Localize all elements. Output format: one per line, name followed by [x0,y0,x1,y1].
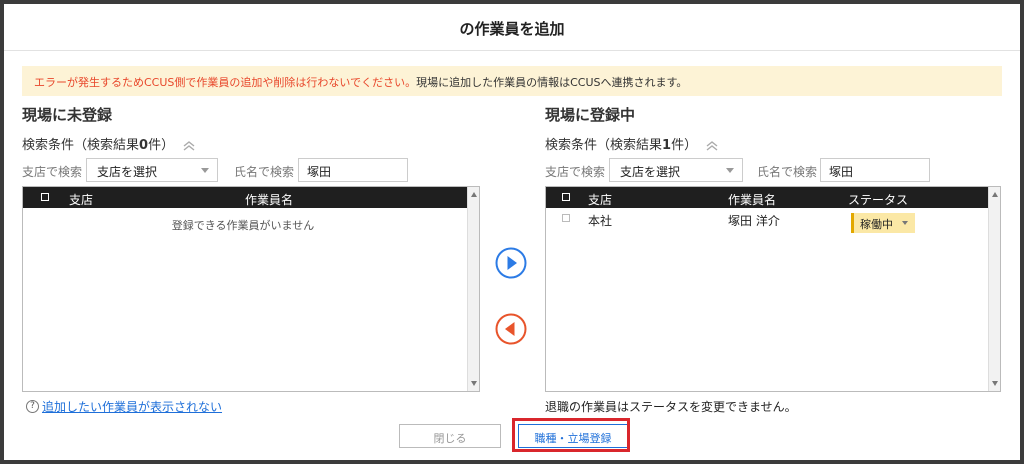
left-panel-title: 現場に未登録 [22,106,113,124]
left-table-scrollbar[interactable] [467,187,479,391]
left-search-condition[interactable]: 検索条件（検索結果0件） [22,134,196,153]
scroll-up-icon[interactable] [471,192,477,197]
row-worker-name: 塚田 洋介 [728,214,780,228]
chevron-down-icon [726,168,734,173]
right-search-condition[interactable]: 検索条件（検索結果1件） [545,134,719,153]
help-link[interactable]: 追加したい作業員が表示されない [42,400,222,414]
col-status: ステータス [848,193,909,207]
right-table-scrollbar[interactable] [988,187,1000,391]
modal-header: の作業員を追加 [4,4,1020,51]
condition-prefix: 検索条件（検索結果 [22,138,140,153]
right-branch-select-value: 支店を選択 [620,165,681,179]
col-worker: 作業員名 [728,193,777,207]
warning-text: 現場に追加した作業員の情報はCCUSへ連携されます。 [416,76,688,89]
table-row[interactable]: 本社 塚田 洋介 [546,208,989,234]
arrow-left-circle-icon[interactable] [495,313,527,345]
close-button[interactable]: 閉じる [399,424,501,448]
col-branch: 支店 [69,193,94,207]
row-checkbox[interactable] [562,214,570,222]
right-branch-label: 支店で検索 [545,165,606,179]
arrow-right-circle-icon[interactable] [495,247,527,279]
condition-count: 0 [139,138,149,153]
retired-note: 退職の作業員はステータスを変更できません。 [545,400,797,414]
condition-suffix: 件） [148,138,175,153]
row-branch: 本社 [588,214,613,228]
left-branch-label: 支店で検索 [22,165,83,179]
left-name-input-value: 塚田 [307,165,332,179]
scroll-down-icon[interactable] [992,381,998,386]
right-panel-title: 現場に登録中 [545,106,636,124]
scroll-down-icon[interactable] [471,381,477,386]
right-branch-select[interactable]: 支店を選択 [609,158,743,182]
condition-suffix: 件） [671,138,698,153]
condition-count: 1 [662,138,672,153]
highlight-box [512,418,630,452]
left-table-header: 支店 作業員名 [23,187,468,208]
left-worker-table: 支店 作業員名 登録できる作業員がいません [22,186,480,392]
left-name-input[interactable]: 塚田 [298,158,408,182]
condition-prefix: 検索条件（検索結果 [545,138,663,153]
status-value: 稼働中 [860,218,893,231]
right-name-input-value: 塚田 [829,165,854,179]
warning-banner: エラーが発生するためCCUS側で作業員の追加や削除は行わないでください。現場に追… [22,66,1002,96]
select-all-checkbox[interactable] [41,193,49,201]
help-area: ? 追加したい作業員が表示されない [26,398,222,415]
right-name-input[interactable]: 塚田 [820,158,930,182]
right-name-label: 氏名で検索 [757,165,818,179]
modal-title: の作業員を追加 [459,20,565,38]
question-circle-icon: ? [26,400,39,413]
empty-message: 登録できる作業員がいません [171,219,315,232]
right-worker-table: 支店 作業員名 ステータス 本社 塚田 洋介 稼働中 [545,186,1001,392]
col-branch: 支店 [588,193,613,207]
left-name-label: 氏名で検索 [234,165,295,179]
col-worker: 作業員名 [245,193,294,207]
left-branch-select-value: 支店を選択 [97,165,158,179]
scroll-up-icon[interactable] [992,192,998,197]
chevron-down-icon [902,221,908,225]
status-select[interactable]: 稼働中 [851,213,915,233]
warning-text-red: エラーが発生するためCCUS側で作業員の追加や削除は行わないでください。 [34,76,417,89]
add-worker-modal: の作業員を追加 エラーが発生するためCCUS側で作業員の追加や削除は行わないでく… [4,4,1020,460]
double-chevron-up-icon[interactable] [182,140,196,152]
select-all-checkbox[interactable] [562,193,570,201]
double-chevron-up-icon[interactable] [705,140,719,152]
chevron-down-icon [201,168,209,173]
right-table-header: 支店 作業員名 ステータス [546,187,989,208]
left-branch-select[interactable]: 支店を選択 [86,158,218,182]
